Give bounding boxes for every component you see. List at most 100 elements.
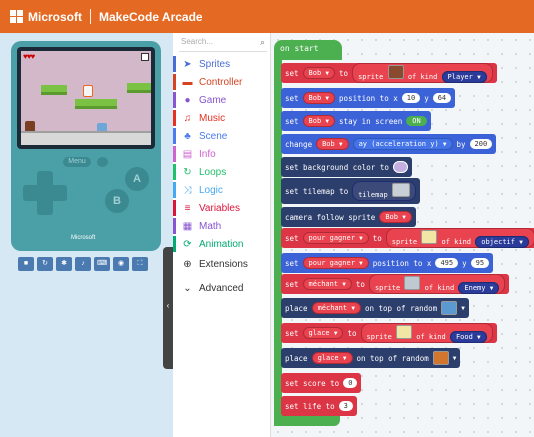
calculator-icon: ▦: [182, 220, 193, 232]
sprite-block[interactable]: sprite of kind objectif ▼: [385, 228, 534, 248]
kind-dropdown[interactable]: objectif ▼: [475, 236, 529, 248]
kind-dropdown[interactable]: Food ▼: [449, 331, 487, 343]
search-input[interactable]: Search... ⌕: [179, 37, 267, 52]
sprite-image-icon: [387, 65, 404, 79]
variable-dropdown[interactable]: glace ▼: [311, 352, 353, 364]
y-value[interactable]: 95: [470, 258, 490, 268]
property-dropdown[interactable]: ay (acceleration y) ▼: [352, 138, 453, 150]
tile-image-icon[interactable]: [441, 301, 458, 315]
set-position-block[interactable]: set pour gagner ▼ position to x 495 y 95: [281, 253, 494, 273]
keyboard-icon[interactable]: ⌨: [94, 257, 110, 271]
shuffle-icon: ⤨: [183, 184, 192, 196]
menu-button[interactable]: Menu: [63, 157, 91, 167]
variable-dropdown[interactable]: glace ▼: [302, 327, 344, 339]
game-screen[interactable]: ♥♥♥: [21, 51, 151, 145]
on-toggle[interactable]: ON: [406, 116, 427, 126]
platform: [127, 83, 151, 93]
debug-icon[interactable]: ✱: [56, 257, 72, 271]
variable-dropdown[interactable]: Bob ▼: [379, 211, 412, 223]
set-sprite-block[interactable]: set glace ▼ to sprite of kind Food ▼: [281, 323, 497, 343]
change-acceleration-block[interactable]: change Bob ▼ ay (acceleration y) ▼ by 20…: [281, 134, 497, 154]
category-variables[interactable]: ≡ Variables: [173, 199, 271, 217]
category-math[interactable]: ▦ Math: [173, 217, 271, 235]
variable-dropdown[interactable]: Bob ▼: [316, 138, 349, 150]
x-value[interactable]: 495: [435, 258, 459, 268]
kind-dropdown[interactable]: Enemy ▼: [458, 282, 500, 294]
category-label: Info: [199, 148, 216, 160]
set-life-block[interactable]: set life to 3: [281, 396, 357, 416]
product-title[interactable]: MakeCode Arcade: [99, 10, 203, 24]
microsoft-logo-icon[interactable]: [10, 10, 23, 23]
set-position-block[interactable]: set Bob ▼ position to x 10 y 64: [281, 88, 456, 108]
variable-dropdown[interactable]: Bob ▼: [302, 67, 336, 79]
app-header: Microsoft MakeCode Arcade: [0, 0, 534, 33]
category-music[interactable]: ♫ Music: [173, 109, 271, 127]
platform: [41, 85, 67, 95]
search-icon[interactable]: ⌕: [260, 37, 265, 48]
place-on-random-block[interactable]: place méchant ▼ on top of random ▼: [281, 298, 469, 318]
set-sprite-block[interactable]: set pour gagner ▼ to sprite of kind obje…: [281, 228, 534, 248]
sprite-block[interactable]: sprite of kind Food ▼: [360, 323, 493, 343]
set-score-block[interactable]: set score to 0: [281, 373, 362, 393]
variable-dropdown[interactable]: méchant ▼: [302, 278, 352, 290]
list-icon: ≡: [184, 202, 191, 214]
sprite-block[interactable]: sprite of kind Player ▼: [352, 63, 493, 83]
variable-dropdown[interactable]: méchant ▼: [311, 302, 361, 314]
set-sprite-block[interactable]: set méchant ▼ to sprite of kind Enemy ▼: [281, 274, 510, 294]
category-info[interactable]: ▤ Info: [173, 145, 271, 163]
paper-plane-icon: ➤: [183, 58, 192, 70]
category-animation[interactable]: ⟳ Animation: [173, 235, 271, 253]
stay-in-screen-block[interactable]: set Bob ▼ stay in screen ON: [281, 111, 431, 131]
category-advanced[interactable]: ⌄ Advanced: [173, 279, 271, 297]
variable-dropdown[interactable]: Bob ▼: [302, 92, 336, 104]
y-value[interactable]: 64: [432, 93, 452, 103]
kind-dropdown[interactable]: Player ▼: [441, 71, 487, 83]
sprite-image-icon: [404, 276, 421, 290]
color-swatch[interactable]: [392, 161, 408, 173]
sound-icon[interactable]: ♪: [75, 257, 91, 271]
brand-label[interactable]: Microsoft: [28, 10, 82, 24]
sprite-block[interactable]: sprite of kind Enemy ▼: [368, 274, 506, 294]
variable-dropdown[interactable]: Bob ▼: [302, 115, 336, 127]
score-box: [141, 53, 149, 61]
variable-dropdown[interactable]: pour gagner ▼: [302, 232, 369, 244]
game-console: ♥♥♥ Menu A B Microsoft: [11, 41, 161, 251]
category-label: Advanced: [199, 282, 244, 294]
category-label: Music: [199, 112, 226, 124]
category-scene[interactable]: ♣ Scene: [173, 127, 271, 145]
category-label: Loops: [199, 166, 227, 178]
category-logic[interactable]: ⤨ Logic: [173, 181, 271, 199]
screenshot-icon[interactable]: ◉: [113, 257, 129, 271]
place-on-random-block[interactable]: place glace ▼ on top of random ▼: [281, 348, 461, 368]
variable-dropdown[interactable]: pour gagner ▼: [302, 257, 369, 269]
restart-icon[interactable]: ↻: [37, 257, 53, 271]
a-button[interactable]: A: [125, 167, 149, 191]
category-loops[interactable]: ↻ Loops: [173, 163, 271, 181]
category-controller[interactable]: ▬ Controller: [173, 73, 271, 91]
background-color-block[interactable]: set background color to: [281, 157, 412, 177]
menu-extra-button[interactable]: [97, 157, 108, 167]
category-game[interactable]: ● Game: [173, 91, 271, 109]
category-sprites[interactable]: ➤ Sprites: [173, 55, 271, 73]
tile-image-icon[interactable]: [432, 351, 449, 365]
category-label: Variables: [199, 202, 240, 214]
tilemap-field[interactable]: tilemap: [352, 181, 416, 201]
tree-icon: ♣: [184, 130, 191, 142]
category-extensions[interactable]: ⊕ Extensions: [173, 255, 271, 273]
life-value[interactable]: 3: [338, 401, 353, 411]
stop-icon[interactable]: ■: [18, 257, 34, 271]
collapse-simulator-tab[interactable]: ‹: [163, 247, 173, 369]
camera-follow-block[interactable]: camera follow sprite Bob ▼: [281, 207, 416, 227]
score-value[interactable]: 0: [343, 378, 358, 388]
sprite-image-icon: [421, 230, 438, 244]
fullscreen-icon[interactable]: ⛶: [132, 257, 148, 271]
on-start-block[interactable]: on start: [274, 40, 342, 60]
search-placeholder: Search...: [181, 37, 214, 46]
set-tilemap-block[interactable]: set tilemap to tilemap: [281, 178, 420, 204]
dpad[interactable]: [23, 171, 67, 215]
b-button[interactable]: B: [105, 189, 129, 213]
x-value[interactable]: 10: [401, 93, 421, 103]
set-sprite-block[interactable]: set Bob ▼ to sprite of kind Player ▼: [281, 63, 497, 83]
change-value[interactable]: 200: [469, 139, 493, 149]
header-divider: [90, 9, 91, 24]
